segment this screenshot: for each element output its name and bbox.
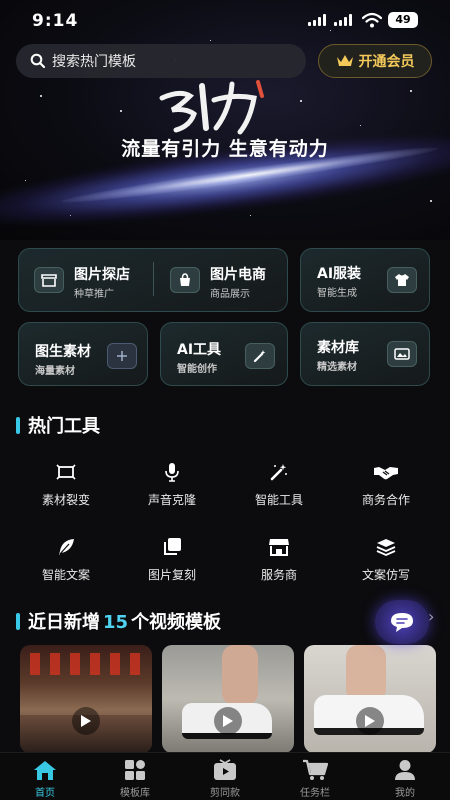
shop-icon [34, 267, 64, 293]
tab-label: 模板库 [120, 788, 150, 799]
tool-label: 智能文案 [41, 568, 90, 582]
tool-label: 声音克隆 [147, 493, 196, 507]
card-divider [153, 262, 154, 296]
ecommerce-title: 图片电商 [210, 267, 266, 283]
play-icon[interactable] [356, 707, 384, 735]
search-bar[interactable]: 搜索热门模板 [16, 44, 306, 78]
tab-mine[interactable]: 我的 [360, 753, 450, 800]
template-thumbnail-sneaker-1[interactable] [162, 645, 294, 753]
play-icon[interactable] [214, 707, 242, 735]
material-lib-title: 素材库 [317, 340, 359, 356]
material-lib-sub: 精选素材 [317, 362, 357, 373]
crown-icon [336, 55, 353, 66]
new-templates-heading: 近日新增 15 个视频模板 [16, 608, 221, 634]
vip-label: 开通会员 [358, 54, 415, 70]
section-accent-bar [16, 612, 20, 630]
new-templates-prefix: 近日新增 [28, 612, 100, 633]
feather-icon [11, 536, 121, 558]
new-templates-suffix: 个视频模板 [131, 612, 222, 633]
cellular-signal-icon [308, 14, 326, 26]
template-thumbnail-restaurant[interactable] [20, 645, 152, 753]
grid-icon [90, 758, 180, 782]
video-icon [180, 758, 270, 782]
tool-label: 素材裂变 [41, 493, 90, 507]
image-material-title: 图生素材 [35, 344, 91, 360]
status-time: 9:14 [32, 11, 79, 31]
chat-bubble-icon [391, 613, 413, 632]
hero-slogan: 流量有引力 生意有动力 [121, 138, 329, 160]
vip-membership-button[interactable]: 开通会员 [318, 44, 432, 78]
chat-fab-button[interactable] [375, 600, 429, 644]
tool-label: 智能工具 [254, 493, 303, 507]
feature-ai-tools[interactable]: AI工具 智能创作 [160, 322, 288, 386]
leg-shape [222, 645, 258, 705]
image-material-sub: 海量素材 [35, 366, 75, 377]
tool-material-fission[interactable]: 素材裂变 [11, 461, 121, 508]
tool-voice-clone[interactable]: 声音克隆 [117, 461, 227, 508]
play-icon[interactable] [72, 707, 100, 735]
tool-copy-imitation[interactable]: 文案仿写 [331, 536, 441, 583]
shopping-bag-icon [170, 267, 200, 293]
hot-tools-heading: 热门工具 [16, 412, 100, 438]
tool-label: 文案仿写 [361, 568, 410, 582]
ai-tools-title: AI工具 [177, 342, 222, 358]
tab-label: 我的 [395, 788, 415, 799]
search-placeholder: 搜索热门模板 [52, 54, 136, 70]
microphone-icon [117, 461, 227, 483]
tool-smart-copywriting[interactable]: 智能文案 [11, 536, 121, 583]
feature-image-material[interactable]: 图生素材 海量素材 [18, 322, 148, 386]
tool-business-cooperation[interactable]: 商务合作 [331, 461, 441, 508]
plus-icon [107, 343, 137, 369]
new-templates-count: 15 [103, 612, 129, 633]
lanterns-decor [30, 653, 140, 675]
feature-store-visit[interactable]: 图片探店 种草推广 [24, 252, 150, 308]
frame-icon [11, 461, 121, 483]
handshake-icon [331, 461, 441, 483]
battery-indicator: 49 [388, 12, 418, 28]
tab-label: 剪同款 [210, 788, 240, 799]
tool-label: 服务商 [260, 568, 297, 582]
tshirt-icon [387, 267, 417, 293]
store-visit-sub: 种草推广 [74, 289, 114, 300]
cellular-signal-2-icon [334, 14, 352, 26]
store-visit-title: 图片探店 [74, 267, 130, 283]
leg-shape [346, 645, 386, 701]
copy-image-icon [117, 536, 227, 558]
cart-icon [270, 758, 360, 782]
image-gallery-icon [387, 341, 417, 367]
magic-wand-icon [224, 461, 334, 483]
wifi-icon [362, 12, 382, 28]
search-icon [30, 53, 46, 69]
magic-wand-icon [245, 343, 275, 369]
app-logo [159, 80, 264, 135]
tool-label: 图片复刻 [147, 568, 196, 582]
feature-ecommerce[interactable]: 图片电商 商品展示 [160, 252, 284, 308]
ai-tools-sub: 智能创作 [177, 364, 217, 375]
template-thumbnail-sneaker-2[interactable] [304, 645, 436, 753]
user-icon [360, 758, 450, 782]
section-accent-bar [16, 416, 20, 434]
tab-cut-same[interactable]: 剪同款 [180, 753, 270, 800]
feature-material-library[interactable]: 素材库 精选素材 [300, 322, 430, 386]
tab-task-bar[interactable]: 任务栏 [270, 753, 360, 800]
bottom-tab-bar: 首页 模板库 剪同款 任务栏 我的 [0, 752, 450, 800]
tab-label: 首页 [35, 788, 55, 799]
ai-clothing-sub: 智能生成 [317, 288, 357, 299]
layers-icon [331, 536, 441, 558]
store-icon [224, 536, 334, 558]
tool-image-replicate[interactable]: 图片复刻 [117, 536, 227, 583]
home-icon [0, 758, 90, 782]
ecommerce-sub: 商品展示 [210, 289, 250, 300]
tool-label: 商务合作 [361, 493, 410, 507]
ai-clothing-title: AI服装 [317, 266, 362, 282]
status-bar: 9:14 49 [0, 0, 450, 40]
tool-smart-tools[interactable]: 智能工具 [224, 461, 334, 508]
tab-label: 任务栏 [300, 788, 330, 799]
hot-tools-title: 热门工具 [28, 416, 100, 437]
tab-template-library[interactable]: 模板库 [90, 753, 180, 800]
tab-home[interactable]: 首页 [0, 753, 90, 800]
feature-ai-clothing[interactable]: AI服装 智能生成 [300, 248, 430, 312]
tool-service-provider[interactable]: 服务商 [224, 536, 334, 583]
